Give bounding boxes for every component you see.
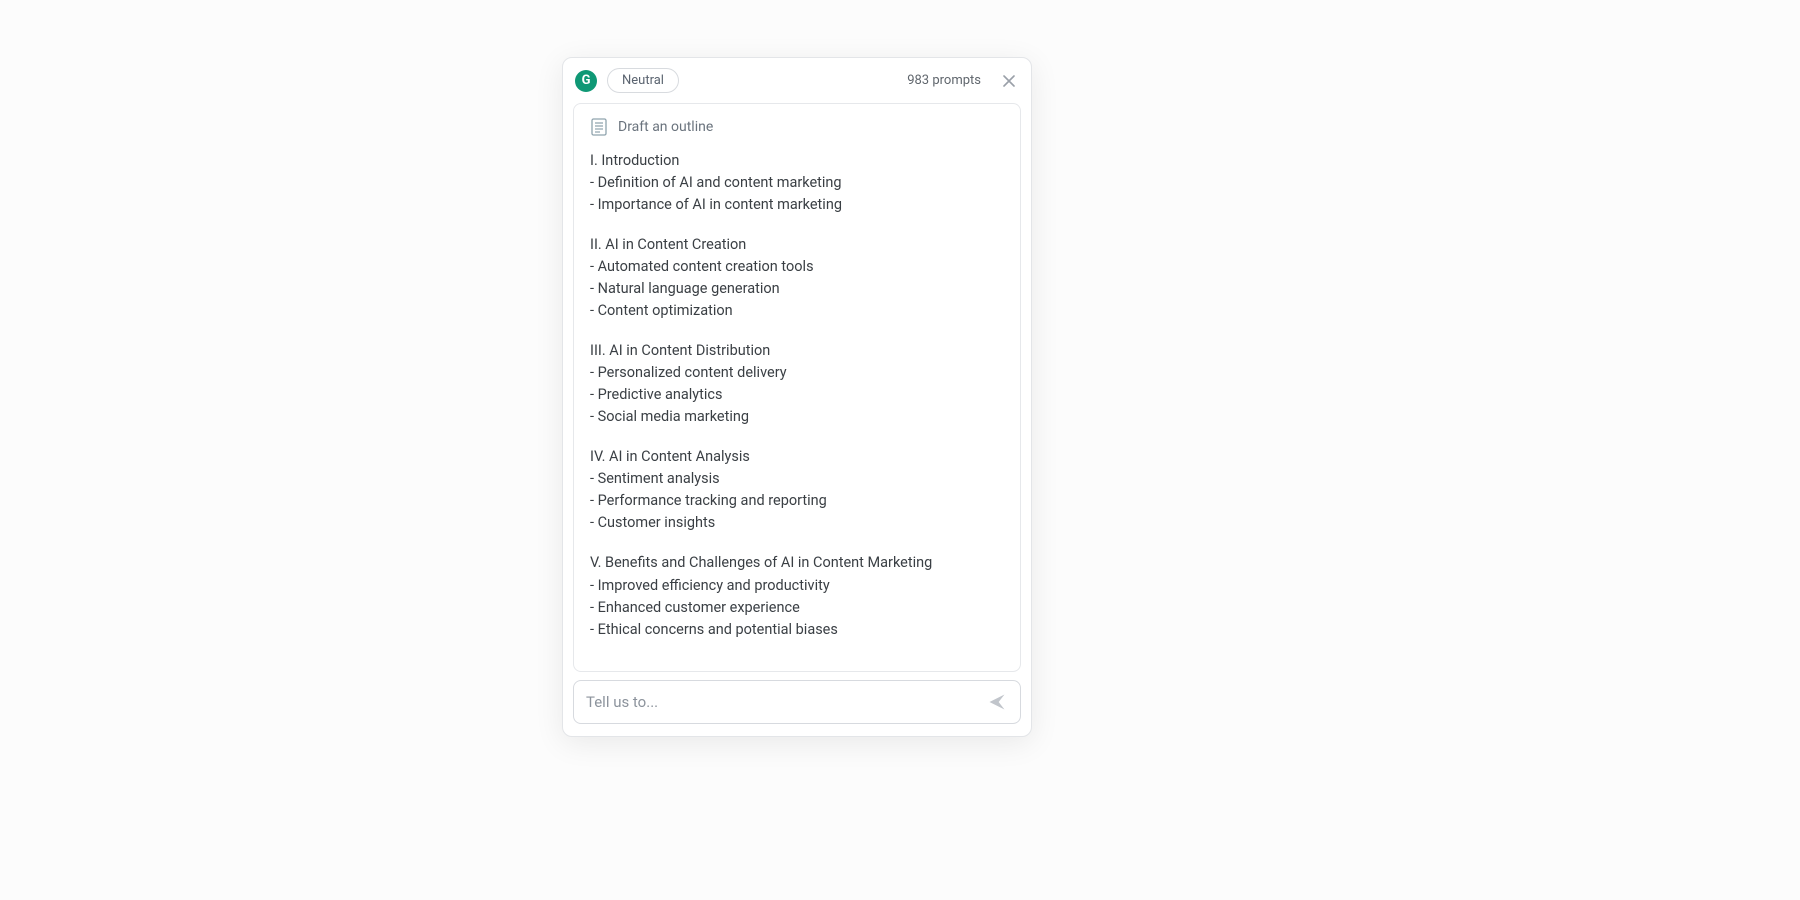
outline-section: II. AI in Content Creation- Automated co…: [590, 234, 1004, 322]
tone-label: Neutral: [622, 73, 664, 88]
send-button[interactable]: [986, 691, 1008, 713]
close-button[interactable]: [999, 71, 1019, 91]
prompt-input-row: [573, 680, 1021, 724]
draft-heading-text: Draft an outline: [618, 119, 713, 135]
section-title: III. AI in Content Distribution: [590, 340, 1004, 362]
prompt-input[interactable]: [586, 693, 978, 711]
response-container: Draft an outline I. Introduction- Defini…: [573, 103, 1021, 672]
section-bullet: - Personalized content delivery: [590, 362, 1004, 384]
section-bullet: - Definition of AI and content marketing: [590, 172, 1004, 194]
section-title: II. AI in Content Creation: [590, 234, 1004, 256]
outline-section: V. Benefits and Challenges of AI in Cont…: [590, 552, 1004, 640]
send-icon: [987, 692, 1007, 712]
section-title: V. Benefits and Challenges of AI in Cont…: [590, 552, 1004, 574]
section-title: I. Introduction: [590, 150, 1004, 172]
response-scroll-area[interactable]: Draft an outline I. Introduction- Defini…: [574, 104, 1020, 671]
outline-section: I. Introduction- Definition of AI and co…: [590, 150, 1004, 216]
section-title: IV. AI in Content Analysis: [590, 446, 1004, 468]
close-icon: [1003, 75, 1015, 87]
section-bullet: - Improved efficiency and productivity: [590, 575, 1004, 597]
draft-heading-row: Draft an outline: [590, 118, 1004, 136]
assistant-panel: G Neutral 983 prompts: [562, 57, 1032, 737]
tone-selector[interactable]: Neutral: [607, 68, 679, 93]
section-bullet: - Performance tracking and reporting: [590, 490, 1004, 512]
outline-body: I. Introduction- Definition of AI and co…: [590, 150, 1004, 641]
section-bullet: - Natural language generation: [590, 278, 1004, 300]
section-bullet: - Predictive analytics: [590, 384, 1004, 406]
outline-section: III. AI in Content Distribution- Persona…: [590, 340, 1004, 428]
section-bullet: - Sentiment analysis: [590, 468, 1004, 490]
section-bullet: - Social media marketing: [590, 406, 1004, 428]
section-bullet: - Importance of AI in content marketing: [590, 194, 1004, 216]
grammarly-logo: G: [575, 70, 597, 92]
outline-section: IV. AI in Content Analysis- Sentiment an…: [590, 446, 1004, 534]
section-bullet: - Enhanced customer experience: [590, 597, 1004, 619]
panel-header: G Neutral 983 prompts: [563, 58, 1031, 103]
section-bullet: - Customer insights: [590, 512, 1004, 534]
section-bullet: - Automated content creation tools: [590, 256, 1004, 278]
prompts-remaining[interactable]: 983 prompts: [907, 73, 981, 88]
logo-letter: G: [582, 73, 591, 88]
outline-icon: [590, 118, 608, 136]
section-bullet: - Ethical concerns and potential biases: [590, 619, 1004, 641]
section-bullet: - Content optimization: [590, 300, 1004, 322]
